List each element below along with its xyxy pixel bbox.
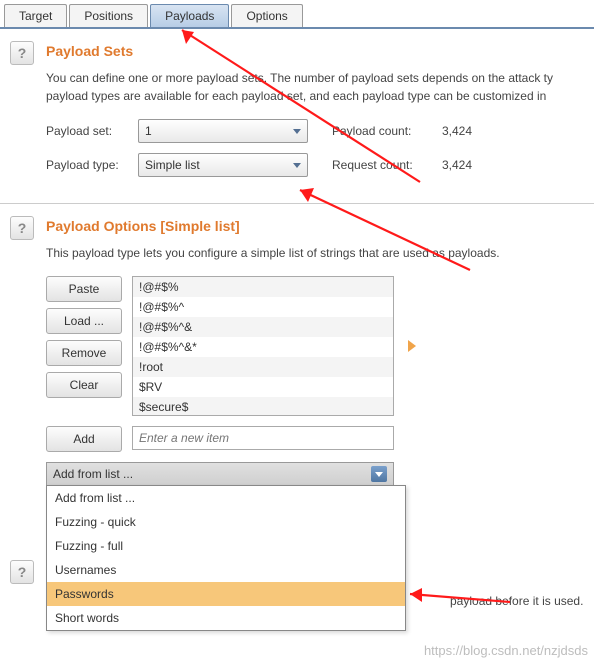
- list-item[interactable]: $secure$: [133, 397, 393, 416]
- clear-button[interactable]: Clear: [46, 372, 122, 398]
- list-item[interactable]: !@#$%: [133, 277, 393, 297]
- payload-options-description: This payload type lets you configure a s…: [46, 244, 584, 262]
- list-item[interactable]: $RV: [133, 377, 393, 397]
- list-item[interactable]: !@#$%^&*: [133, 337, 393, 357]
- addfrom-option-fuzzing-full[interactable]: Fuzzing - full: [47, 534, 405, 558]
- payload-count-value: 3,424: [442, 124, 472, 138]
- add-item-input[interactable]: [132, 426, 394, 450]
- help-icon[interactable]: ?: [10, 216, 34, 240]
- help-icon[interactable]: ?: [10, 41, 34, 65]
- payload-type-select[interactable]: Simple list: [138, 153, 308, 177]
- request-count-label: Request count:: [332, 158, 442, 172]
- payload-set-value: 1: [145, 124, 152, 138]
- payload-sets-section: ? Payload Sets You can define one or mor…: [0, 29, 594, 197]
- remove-button[interactable]: Remove: [46, 340, 122, 366]
- payload-type-label: Payload type:: [46, 158, 138, 172]
- request-count-value: 3,424: [442, 158, 472, 172]
- payload-type-value: Simple list: [145, 158, 200, 172]
- processing-trail-text: payload before it is used.: [450, 594, 583, 608]
- payload-listbox[interactable]: !@#$% !@#$%^ !@#$%^& !@#$%^&* !root $RV …: [132, 276, 394, 416]
- payload-options-heading: Payload Options [Simple list]: [46, 218, 584, 234]
- payload-sets-description: You can define one or more payload sets.…: [46, 69, 584, 105]
- payload-sets-heading: Payload Sets: [46, 43, 584, 59]
- payload-count-label: Payload count:: [332, 124, 442, 138]
- help-icon[interactable]: ?: [10, 560, 34, 584]
- list-item[interactable]: !@#$%^&: [133, 317, 393, 337]
- expand-triangle-icon[interactable]: [408, 340, 416, 352]
- tab-payloads[interactable]: Payloads: [150, 4, 229, 27]
- watermark-text: https://blog.csdn.net/nzjdsds: [424, 643, 588, 658]
- addfrom-option[interactable]: Add from list ...: [47, 486, 405, 510]
- chevron-down-icon: [293, 129, 301, 134]
- addfrom-option-fuzzing-quick[interactable]: Fuzzing - quick: [47, 510, 405, 534]
- chevron-down-icon: [293, 163, 301, 168]
- top-tabs: Target Positions Payloads Options: [0, 0, 594, 29]
- payload-options-section: ? Payload Options [Simple list] This pay…: [0, 204, 594, 496]
- tab-options[interactable]: Options: [231, 4, 302, 27]
- payload-set-select[interactable]: 1: [138, 119, 308, 143]
- add-button[interactable]: Add: [46, 426, 122, 452]
- add-from-list-menu: Add from list ... Fuzzing - quick Fuzzin…: [46, 485, 406, 631]
- load-button[interactable]: Load ...: [46, 308, 122, 334]
- paste-button[interactable]: Paste: [46, 276, 122, 302]
- addfrom-option-passwords[interactable]: Passwords: [47, 582, 405, 606]
- addfrom-option-short-words[interactable]: Short words: [47, 606, 405, 630]
- chevron-down-icon: [371, 466, 387, 482]
- addfrom-option-usernames[interactable]: Usernames: [47, 558, 405, 582]
- add-from-list-value: Add from list ...: [53, 467, 133, 481]
- tab-target[interactable]: Target: [4, 4, 67, 27]
- add-from-list-select[interactable]: Add from list ...: [46, 462, 394, 486]
- list-item[interactable]: !root: [133, 357, 393, 377]
- payload-set-label: Payload set:: [46, 124, 138, 138]
- tab-positions[interactable]: Positions: [69, 4, 148, 27]
- list-item[interactable]: !@#$%^: [133, 297, 393, 317]
